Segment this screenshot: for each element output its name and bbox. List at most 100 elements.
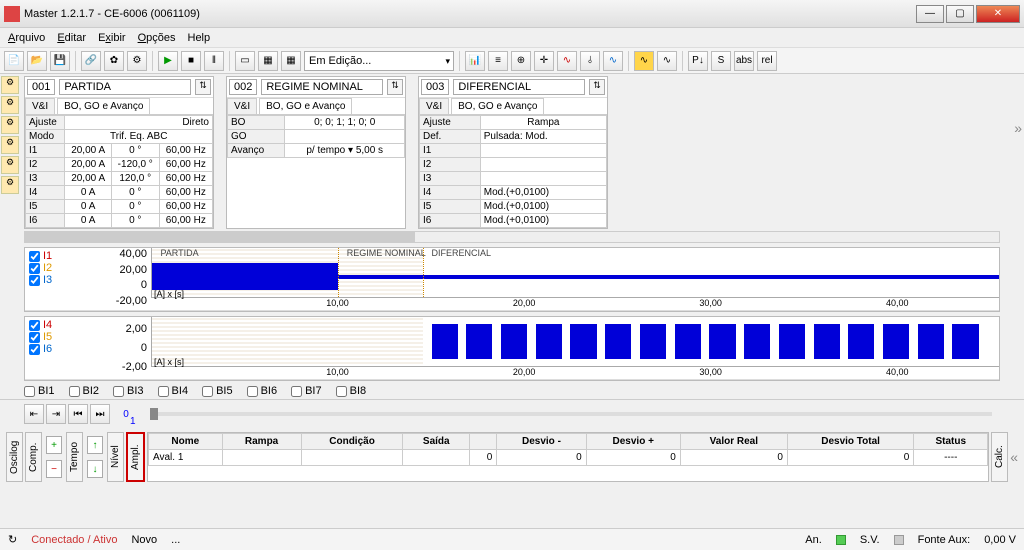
panel-001-tab-vi[interactable]: V&I [25,98,55,114]
right-collapse-icon[interactable]: » [1014,120,1022,136]
side-btn-2[interactable]: ⚙ [1,96,19,114]
vtab-comp[interactable]: Comp. [25,432,42,482]
side-btn-5[interactable]: ⚙ [1,156,19,174]
chk-i2[interactable]: I2 [29,262,111,274]
panel-003-name[interactable]: DIFERENCIAL [453,79,585,95]
wave3-icon[interactable]: ∿ [603,51,623,71]
chart1-yaxis: 40,00 20,00 0 -20,00 [115,248,149,310]
panel-003-tab-bo[interactable]: BO, GO e Avanço [451,98,544,114]
rel-icon[interactable]: rel [757,51,777,71]
grid2-icon[interactable]: ▦ [281,51,301,71]
vtab-ampl[interactable]: Ampl. [126,432,145,482]
panel-002-tab-vi[interactable]: V&I [227,98,257,114]
eval-row[interactable]: Aval. 1 0 0 0 0 0 ---- [149,450,988,466]
slider-btn-3[interactable]: ⏮ [68,404,88,424]
vtab-tempo[interactable]: Tempo [66,432,83,482]
cross-icon[interactable]: ✛ [534,51,554,71]
chk-i1[interactable]: I1 [29,250,111,262]
menu-editar[interactable]: Editar [57,32,86,44]
sine2-icon[interactable]: ∿ [657,51,677,71]
panel-002-opt[interactable]: ⇅ [387,79,403,95]
side-btn-6[interactable]: ⚙ [1,176,19,194]
chk-i3[interactable]: I3 [29,274,111,286]
save-icon[interactable]: 💾 [50,51,70,71]
status-connection: Conectado / Ativo [31,534,117,546]
menu-help[interactable]: Help [188,32,211,44]
stop-icon[interactable]: ■ [181,51,201,71]
abs-icon[interactable]: abs [734,51,754,71]
open-icon[interactable]: 📂 [27,51,47,71]
vtab-calc[interactable]: Calc. [991,432,1008,482]
vtab-nivel[interactable]: Nível [107,432,124,482]
menu-arquivo[interactable]: Arquivo [8,32,45,44]
panel-001-name[interactable]: PARTIDA [59,79,191,95]
bi8[interactable]: BI8 [336,385,367,397]
side-btn-4[interactable]: ⚙ [1,136,19,154]
bi2[interactable]: BI2 [69,385,100,397]
chart2-plot[interactable]: [A] x [s] [151,317,999,367]
status-an: An. [805,534,822,546]
maximize-button[interactable]: ▢ [946,5,974,23]
p-icon[interactable]: P↓ [688,51,708,71]
chk-i4[interactable]: I4 [29,319,111,331]
bars-icon[interactable]: ≡ [488,51,508,71]
slider-btn-2[interactable]: ⇥ [46,404,66,424]
link-icon[interactable]: 🔗 [81,51,101,71]
toolbar: 📄 📂 💾 🔗 ✿ ⚙ ▶ ■ ‖ ▭ ▦ ▦ Em Edição... 📊 ≡… [0,48,1024,74]
sine-icon[interactable]: ∿ [634,51,654,71]
chk-i6[interactable]: I6 [29,343,111,355]
bi6[interactable]: BI6 [247,385,278,397]
bi7[interactable]: BI7 [291,385,322,397]
panel-003: 003 DIFERENCIAL ⇅ V&I BO, GO e Avanço Aj… [418,76,608,229]
status-novo: Novo [131,534,157,546]
bi1[interactable]: BI1 [24,385,55,397]
side-btn-1[interactable]: ⚙ [1,76,19,94]
panel-002-name[interactable]: REGIME NOMINAL [261,79,383,95]
bi3[interactable]: BI3 [113,385,144,397]
gear-icon[interactable]: ⚙ [127,51,147,71]
wave1-icon[interactable]: ∿ [557,51,577,71]
close-button[interactable]: ✕ [976,5,1020,23]
down-button[interactable]: ↓ [87,460,103,478]
add-button[interactable]: + [46,436,62,454]
eval-collapse-icon[interactable]: « [1010,449,1018,465]
new-icon[interactable]: 📄 [4,51,24,71]
menu-exibir[interactable]: Exibir [98,32,126,44]
status-aux-label: Fonte Aux: [918,534,971,546]
menu-opcoes[interactable]: Opções [138,32,176,44]
panels-hscroll[interactable] [24,231,1000,243]
target-icon[interactable]: ⊕ [511,51,531,71]
panel-001-tab-bo[interactable]: BO, GO e Avanço [57,98,150,114]
chart-icon[interactable]: 📊 [465,51,485,71]
refresh-icon[interactable]: ↻ [8,533,17,546]
status-bar: ↻ Conectado / Ativo Novo ... An. S.V. Fo… [0,528,1024,550]
chk-i5[interactable]: I5 [29,331,111,343]
bi5[interactable]: BI5 [202,385,233,397]
bi4[interactable]: BI4 [158,385,189,397]
grid1-icon[interactable]: ▦ [258,51,278,71]
updown-1: + − [44,432,64,482]
panel-001-opt[interactable]: ⇅ [195,79,211,95]
side-btn-3[interactable]: ⚙ [1,116,19,134]
wave2-icon[interactable]: ⫰ [580,51,600,71]
time-slider[interactable] [150,412,992,416]
s-box-icon[interactable]: S [711,51,731,71]
play-icon[interactable]: ▶ [158,51,178,71]
remove-button[interactable]: − [46,460,62,478]
up-button[interactable]: ↑ [87,436,103,454]
minimize-button[interactable]: — [916,5,944,23]
star-icon[interactable]: ✿ [104,51,124,71]
pause-icon[interactable]: ‖ [204,51,224,71]
mode-select[interactable]: Em Edição... [304,51,454,71]
panel-003-tab-vi[interactable]: V&I [419,98,449,114]
slider-btn-4[interactable]: ⏭ [90,404,110,424]
chart-2: I4 I5 I6 2,00 0 -2,00 [A] x [s] 10,00 20… [24,316,1000,381]
slider-btn-1[interactable]: ⇤ [24,404,44,424]
panel-001-grid: AjusteDireto ModoTrif. Eq. ABC I120,00 A… [25,115,213,228]
window-icon[interactable]: ▭ [235,51,255,71]
chart1-plot[interactable]: PARTIDA REGIME NOMINAL DIFERENCIAL [A] x… [151,248,999,298]
panel-002-tab-bo[interactable]: BO, GO e Avanço [259,98,352,114]
eval-table: Nome Rampa Condição Saída Desvio - Desvi… [147,432,989,482]
vtab-oscilog[interactable]: Oscilog [6,432,23,482]
panel-003-opt[interactable]: ⇅ [589,79,605,95]
